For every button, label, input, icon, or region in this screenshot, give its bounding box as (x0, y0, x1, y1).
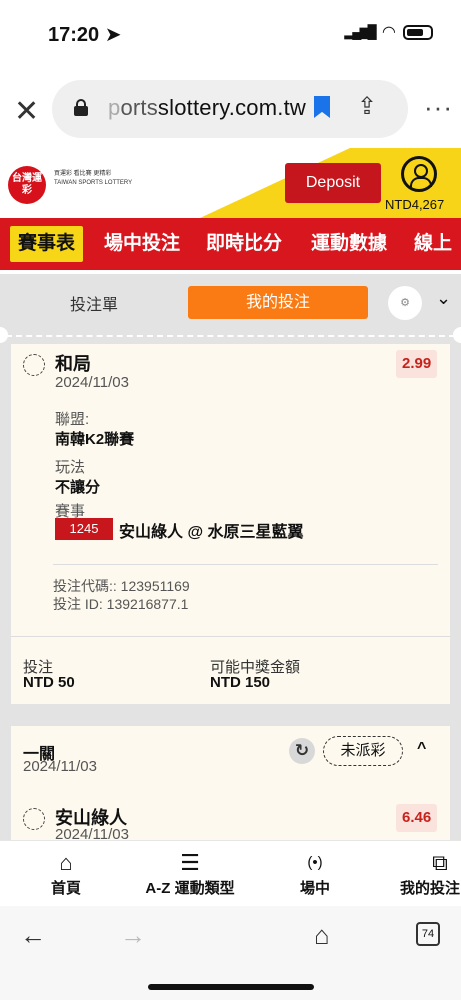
payout-value: NTD 150 (210, 674, 271, 691)
settings-icon[interactable]: ⚙ (388, 286, 422, 320)
bet-card: 一關 2024/11/03 ↻ 未派彩 ^ 安山綠人 2024/11/03 6.… (11, 726, 450, 840)
nav-tab-schedule[interactable]: 賽事表 (10, 226, 84, 262)
selection-date: 2024/11/03 (55, 374, 129, 391)
share-icon[interactable]: ⇪ (357, 92, 377, 121)
account-icon[interactable] (401, 156, 437, 192)
home-icon: ⌂ (59, 850, 73, 875)
chevron-up-icon[interactable]: ^ (417, 740, 426, 758)
bet-id: 投注 ID: 139216877.1 (53, 596, 189, 612)
status-badge: 未派彩 (323, 736, 403, 766)
refresh-icon[interactable]: ↻ (289, 738, 315, 764)
deposit-button[interactable]: Deposit (285, 163, 381, 203)
battery-icon (403, 24, 433, 40)
nav-tab-stats[interactable]: 運動數據 (311, 226, 387, 262)
status-bar: 17:20 ➤ ▂▄▆█ ◠ (0, 0, 461, 70)
url-text: portsslottery.com.tw (108, 95, 306, 121)
selection-status-icon (23, 354, 45, 376)
bottom-nav-label: 我的投注 (400, 880, 461, 897)
bottom-nav: ⌂ 首頁 ☰ A-Z 運動類型 (•) 場中 ⧉ 我的投注 (0, 840, 461, 906)
bottom-nav-label: 首頁 (50, 880, 81, 897)
bet-panel: 投注單 我的投注 ⚙ ⌄ 和局 2024/11/03 2.99 聯盟: 南韓K2… (0, 274, 461, 840)
status-icons: ▂▄▆█ ◠ (344, 22, 433, 42)
home-indicator[interactable] (148, 984, 314, 990)
nav-tab-live-scores[interactable]: 即時比分 (206, 226, 282, 262)
site-header: 台灣運彩 買運彩 看比賽 更精彩 TAIWAN SPORTS LOTTERY D… (0, 148, 461, 218)
main-nav: 賽事表 場中投注 即時比分 運動數據 線上 (0, 218, 461, 270)
logo[interactable]: 台灣運彩 (8, 166, 46, 204)
league-label: 聯盟: (55, 411, 90, 428)
browser-bottom-bar: ← → ⌂ 74 (0, 906, 461, 1000)
bet-card: 和局 2024/11/03 2.99 聯盟: 南韓K2聯賽 玩法 不讓分 賽事 … (11, 344, 450, 704)
live-icon: (•) (307, 854, 323, 871)
address-bar[interactable]: portsslottery.com.tw ⇪ (52, 80, 408, 138)
ticket-divider (6, 335, 455, 337)
url-faded: p (108, 95, 121, 120)
url-domain: slottery.com.tw (157, 95, 306, 120)
bottom-nav-sports[interactable]: ☰ A-Z 運動類型 (130, 849, 250, 898)
bottom-nav-live[interactable]: (•) 場中 (290, 849, 340, 898)
signal-icon: ▂▄▆█ (344, 24, 376, 39)
more-icon[interactable]: ··· (424, 92, 453, 123)
event-name: 安山綠人 @ 水原三星藍翼 (119, 524, 304, 541)
stake-value: NTD 50 (23, 674, 75, 691)
bottom-nav-home[interactable]: ⌂ 首頁 (44, 849, 88, 898)
divider (53, 564, 438, 565)
market-value: 不讓分 (55, 479, 101, 496)
browser-home-icon[interactable]: ⌂ (314, 920, 330, 951)
lock-icon (74, 99, 88, 116)
status-time: 17:20 ➤ (48, 24, 122, 46)
odds-badge: 2.99 (396, 350, 438, 378)
chevron-down-icon[interactable]: ⌄ (436, 288, 451, 309)
close-icon[interactable]: ✕ (14, 94, 39, 129)
bet-panel-tabs: 投注單 我的投注 ⚙ ⌄ (0, 274, 461, 334)
event-number-badge: 1245 (55, 518, 113, 540)
bet-code: 投注代碼:: 123951169 (53, 578, 190, 594)
menu-icon: ☰ (180, 850, 200, 875)
url-light: orts (120, 95, 158, 120)
back-icon[interactable]: ← (20, 920, 46, 951)
wifi-icon: ◠ (382, 24, 395, 41)
market-label: 玩法 (55, 459, 86, 476)
bookmark-icon[interactable] (314, 96, 330, 118)
tabs-icon[interactable]: 74 (416, 922, 440, 946)
forward-icon[interactable]: → (120, 920, 146, 951)
selection-status-icon (23, 808, 45, 830)
tab-mybets[interactable]: 我的投注 (188, 286, 368, 319)
bottom-nav-mybets[interactable]: ⧉ 我的投注 (400, 849, 461, 898)
selection-date: 2024/11/03 (55, 826, 129, 840)
odds-badge: 6.46 (396, 804, 438, 832)
tab-betslip[interactable]: 投注單 (70, 291, 118, 315)
balance: NTD4,267 (385, 197, 445, 212)
bet-date: 2024/11/03 (23, 758, 97, 775)
copy-icon: ⧉ (432, 850, 448, 875)
logo-tagline: 買運彩 看比賽 更精彩 TAIWAN SPORTS LOTTERY (54, 171, 133, 186)
selection-name: 和局 (55, 354, 91, 374)
divider (11, 636, 450, 637)
bottom-nav-label: A-Z 運動類型 (145, 880, 235, 897)
nav-tab-live-betting[interactable]: 場中投注 (104, 226, 180, 262)
bottom-nav-label: 場中 (299, 880, 330, 897)
nav-tab-online[interactable]: 線上 (414, 226, 452, 262)
league-value: 南韓K2聯賽 (55, 431, 135, 448)
browser-toolbar: ✕ portsslottery.com.tw ⇪ ··· (0, 72, 461, 148)
